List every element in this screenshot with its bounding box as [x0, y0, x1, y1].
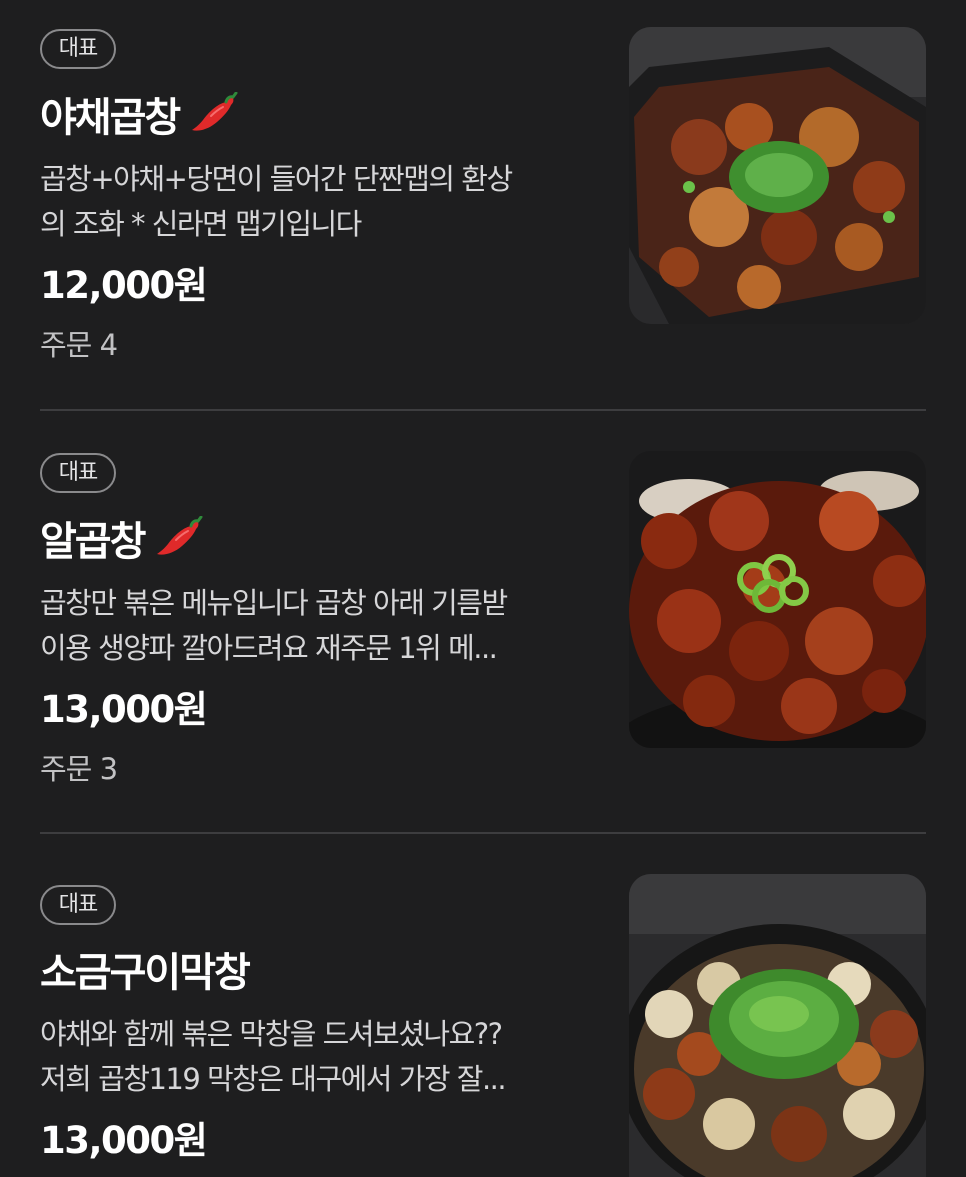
menu-item-al-gopchang[interactable]: 대표 알곱창 곱창만 볶은 메뉴입니다 곱창 아래 기름받 이용 생양파 깔아드…	[40, 411, 926, 832]
menu-description-line: 곱창+야채+당면이 들어간 단짠맵의 환상	[40, 162, 513, 196]
signature-badge: 대표	[40, 885, 116, 925]
order-count: 주문 4	[40, 328, 118, 362]
menu-photo[interactable]	[629, 451, 926, 748]
signature-badge: 대표	[40, 29, 116, 69]
food-photo-placeholder	[629, 27, 926, 324]
menu-price: 13,000원	[40, 688, 208, 731]
menu-description: 야채와 함께 볶은 막창을 드셔보셨나요?? 저희 곱창119 막창은 대구에서…	[40, 1012, 588, 1102]
signature-badge: 대표	[40, 453, 116, 493]
menu-description: 곱창만 볶은 메뉴입니다 곱창 아래 기름받 이용 생양파 깔아드려요 재주문 …	[40, 581, 588, 671]
menu-photo[interactable]	[629, 874, 926, 1177]
menu-price: 12,000원	[40, 264, 208, 307]
menu-item-yachae-gopchang[interactable]: 대표 야채곱창 곱창+야채+당면이 들어간 단짠맵의 환상 의 조화 * 신라면…	[40, 0, 926, 410]
menu-description: 곱창+야채+당면이 들어간 단짠맵의 환상 의 조화 * 신라면 맵기입니다	[40, 157, 588, 247]
menu-name-row: 알곱창	[40, 510, 206, 566]
menu-item-sogeumgui-makchang[interactable]: 대표 소금구이막창 야채와 함께 볶은 막창을 드셔보셨나요?? 저희 곱창11…	[40, 833, 926, 1177]
food-photo-placeholder	[629, 874, 926, 1177]
menu-name: 야채곱창	[40, 95, 181, 141]
chili-pepper-icon	[192, 92, 238, 131]
order-count: 주문 3	[40, 752, 118, 786]
menu-price: 13,000원	[40, 1119, 208, 1162]
menu-photo[interactable]	[629, 27, 926, 324]
menu-description-line: 야채와 함께 볶은 막창을 드셔보셨나요??	[40, 1017, 503, 1051]
menu-name-row: 야채곱창	[40, 86, 241, 142]
menu-name: 소금구이막창	[40, 950, 251, 996]
menu-description-line: 의 조화 * 신라면 맵기입니다	[40, 207, 362, 241]
menu-list: 대표 야채곱창 곱창+야채+당면이 들어간 단짠맵의 환상 의 조화 * 신라면…	[0, 0, 966, 1177]
food-photo-placeholder	[629, 451, 926, 748]
menu-name: 알곱창	[40, 519, 146, 565]
menu-description-line: 저희 곱창119 막창은 대구에서 가장 잘...	[40, 1062, 507, 1096]
menu-name-row: 소금구이막창	[40, 941, 251, 997]
menu-description-line: 이용 생양파 깔아드려요 재주문 1위 메...	[40, 631, 498, 665]
chili-pepper-icon	[157, 516, 203, 555]
menu-description-line: 곱창만 볶은 메뉴입니다 곱창 아래 기름받	[40, 586, 508, 620]
